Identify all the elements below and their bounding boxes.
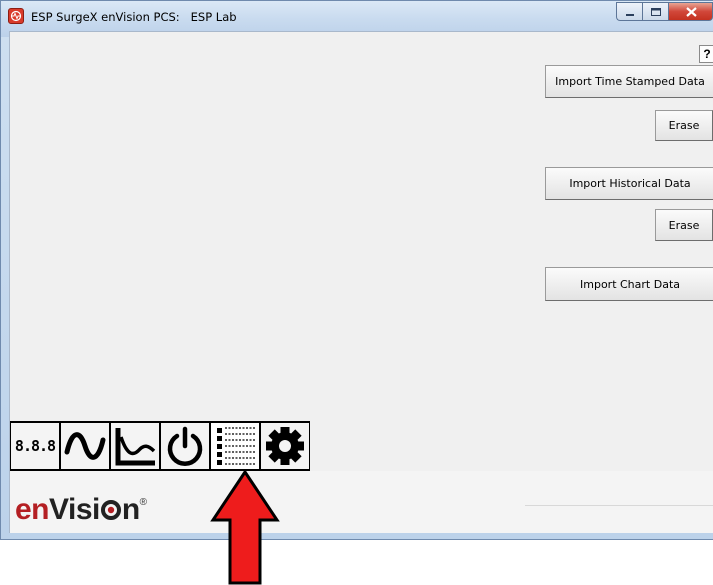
caption-buttons <box>616 2 713 21</box>
meter-display-tab[interactable]: 8.8.8 <box>11 423 59 469</box>
log-list-tab[interactable] <box>211 423 259 469</box>
import-time-stamped-data-button[interactable]: Import Time Stamped Data <box>545 65 713 98</box>
waveform-tab[interactable] <box>61 423 109 469</box>
app-logo-icon[interactable] <box>8 8 24 24</box>
gear-icon <box>266 427 304 465</box>
chart-tab[interactable] <box>111 423 159 469</box>
erase-time-stamped-button[interactable]: Erase <box>655 110 713 141</box>
red-arrow-annotation <box>210 470 280 585</box>
erase-historical-button[interactable]: Erase <box>655 209 713 241</box>
envision-logo: enVisi n® <box>15 493 147 526</box>
maximize-button[interactable] <box>642 2 668 21</box>
footer: enVisi n® <box>10 471 713 533</box>
minimize-button[interactable] <box>616 2 642 21</box>
import-chart-data-button[interactable]: Import Chart Data <box>545 267 713 301</box>
seven-segment-icon: 8.8.8 <box>14 437 56 455</box>
logo-power-o-icon <box>100 493 122 520</box>
import-historical-data-button[interactable]: Import Historical Data <box>545 167 713 200</box>
sine-wave-icon <box>64 432 106 460</box>
list-icon <box>217 427 255 465</box>
window-title: ESP SurgeX enVision PCS: ESP Lab <box>31 10 237 24</box>
divider <box>525 505 713 506</box>
client-area: ? Import Time Stamped Data Erase Import … <box>9 31 713 533</box>
settings-tab[interactable] <box>261 423 309 469</box>
power-icon <box>167 426 203 466</box>
power-tab[interactable] <box>161 423 209 469</box>
close-button[interactable] <box>668 2 713 21</box>
app-window: ESP SurgeX enVision PCS: ESP Lab ? Impor… <box>0 0 713 540</box>
icon-toolbar: 8.8.8 <box>10 421 310 471</box>
line-chart-icon <box>115 428 156 466</box>
help-button[interactable]: ? <box>699 45 713 63</box>
